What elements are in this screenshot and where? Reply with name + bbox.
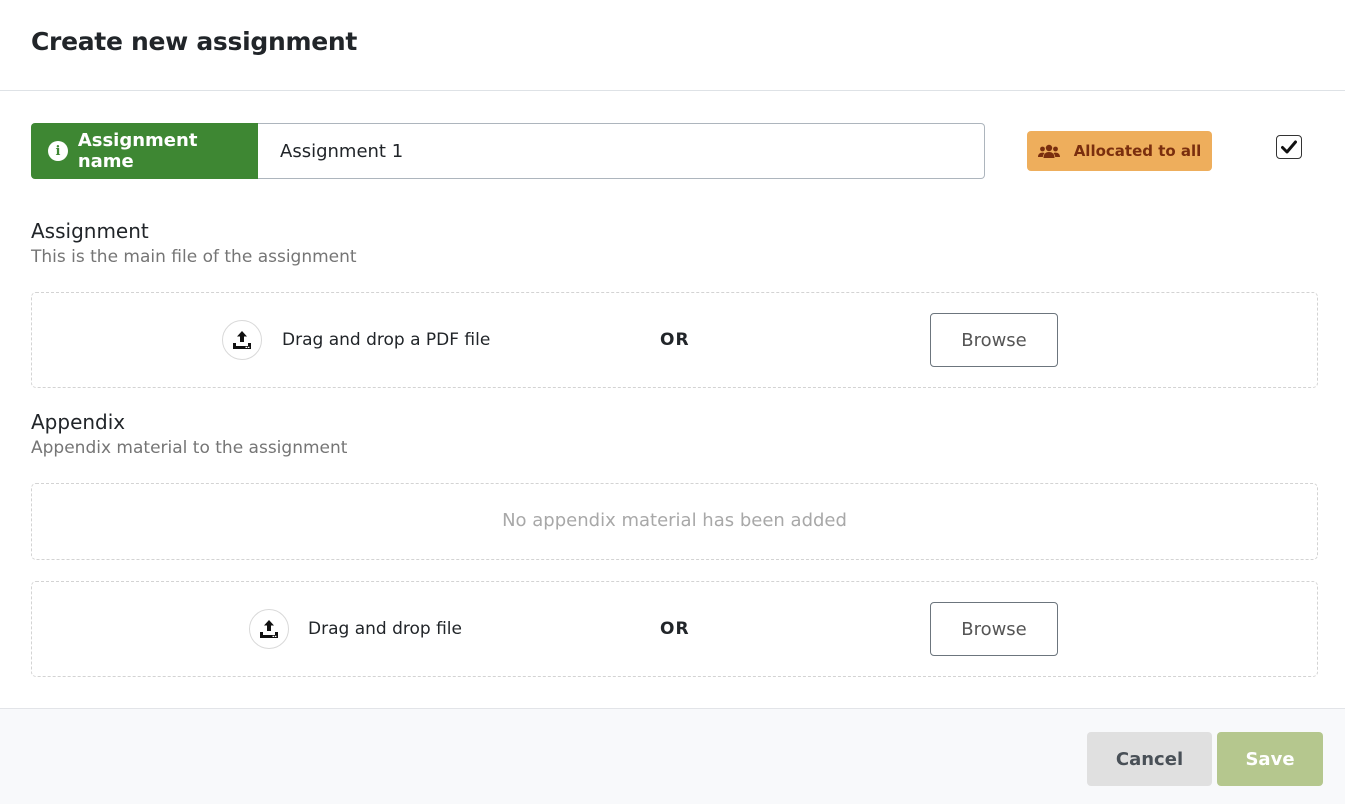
browse-appendix-button[interactable]: Browse — [930, 602, 1058, 656]
cancel-button[interactable]: Cancel — [1087, 732, 1212, 786]
file-dropzone-text: Drag and drop file — [308, 619, 462, 639]
assignment-name-input[interactable] — [258, 123, 985, 179]
appendix-section-title: Appendix — [31, 410, 126, 434]
dialog-title: Create new assignment — [31, 27, 358, 56]
info-circle-icon: i — [48, 141, 68, 161]
checkmark-icon — [1281, 140, 1297, 154]
appendix-list-empty: No appendix material has been added — [31, 483, 1318, 560]
assignment-section-title: Assignment — [31, 219, 149, 243]
or-separator: OR — [660, 330, 690, 350]
assignment-name-label: i Assignment name — [31, 123, 258, 179]
save-button[interactable]: Save — [1217, 732, 1323, 786]
empty-appendix-message: No appendix material has been added — [502, 510, 847, 531]
allocated-to-all-label: Allocated to all — [1073, 142, 1202, 160]
pdf-dropzone-text: Drag and drop a PDF file — [282, 330, 491, 350]
dialog-footer: Cancel Save — [0, 708, 1345, 804]
assignment-name-group: i Assignment name — [31, 123, 985, 179]
or-separator: OR — [660, 619, 690, 639]
browse-pdf-button[interactable]: Browse — [930, 313, 1058, 367]
appendix-dropzone[interactable]: Drag and drop file OR Browse — [31, 581, 1318, 677]
dialog-header: Create new assignment — [0, 0, 1345, 91]
assignment-section-subtitle: This is the main file of the assignment — [31, 247, 357, 267]
upload-icon — [249, 609, 289, 649]
assignment-dropzone[interactable]: Drag and drop a PDF file OR Browse — [31, 292, 1318, 388]
upload-icon — [222, 320, 262, 360]
assignment-name-label-text: Assignment name — [77, 130, 198, 172]
allocate-checkbox[interactable] — [1276, 135, 1302, 159]
users-icon — [1037, 144, 1060, 158]
allocated-to-all-badge[interactable]: Allocated to all — [1027, 131, 1212, 171]
appendix-section-subtitle: Appendix material to the assignment — [31, 438, 348, 458]
